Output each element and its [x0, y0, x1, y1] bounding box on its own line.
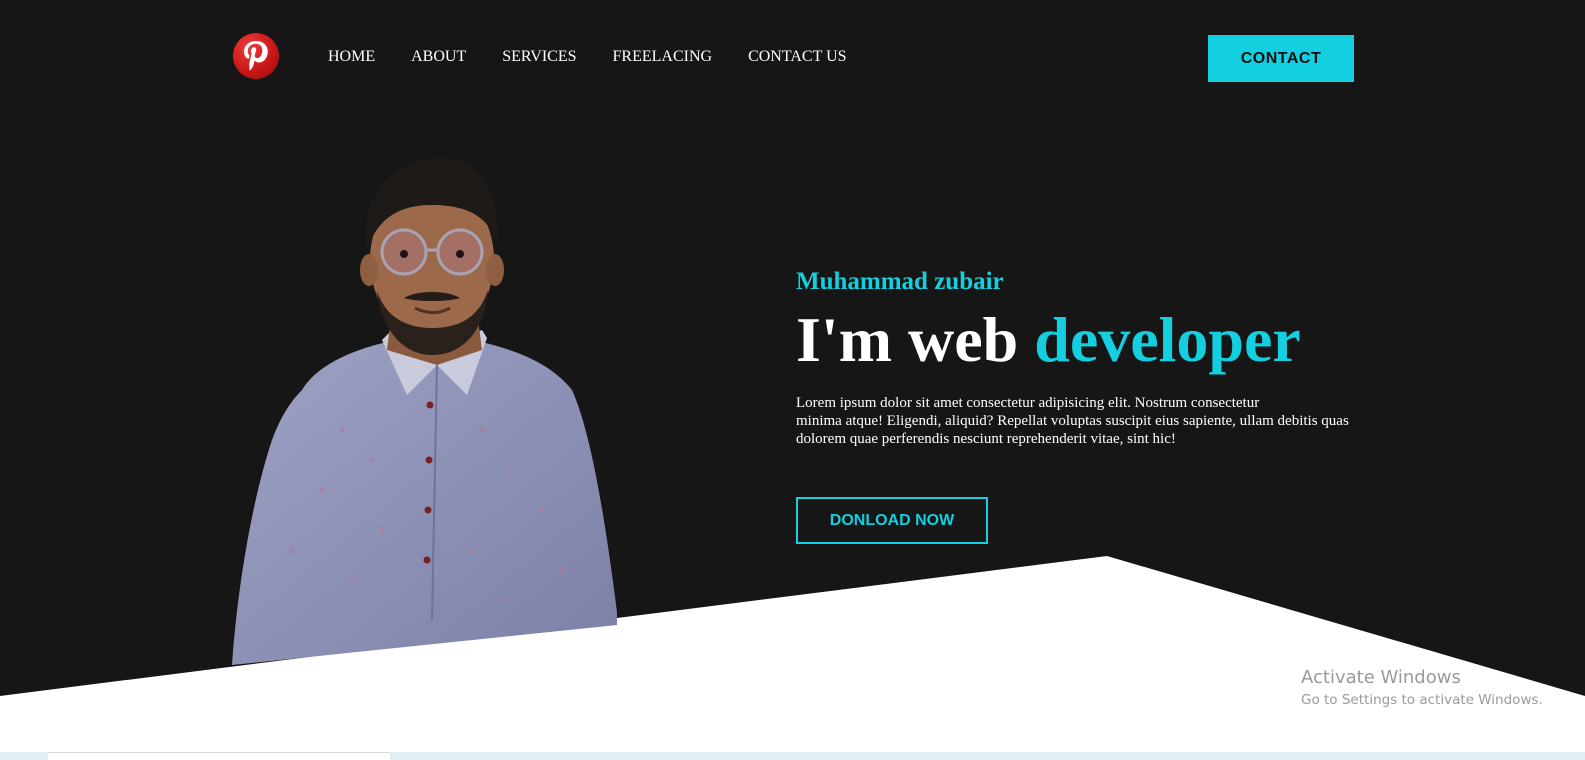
activate-windows-watermark: Activate Windows Go to Settings to activ…: [1301, 667, 1543, 711]
hero-description-line: dolorem quae perferendis nesciunt repreh…: [796, 431, 1176, 447]
bottom-strip-panel: [48, 752, 390, 760]
portrait-image: [232, 157, 617, 665]
hero-name: Muhammad zubair: [796, 268, 1004, 295]
nav-link-freelacing[interactable]: FREELACING: [613, 48, 713, 66]
nav-link-home[interactable]: HOME: [328, 48, 375, 66]
watermark-title: Activate Windows: [1301, 667, 1461, 688]
nav-link-contact-us[interactable]: CONTACT US: [748, 48, 846, 66]
hero-title: I'm web developer: [796, 304, 1301, 376]
hero-title-accent: developer: [1034, 304, 1301, 375]
pinterest-p-glyph: [244, 41, 268, 71]
main-nav: HOME ABOUT SERVICES FREELACING CONTACT U…: [328, 48, 883, 66]
contact-button[interactable]: CONTACT: [1208, 35, 1354, 82]
download-button[interactable]: DONLOAD NOW: [796, 497, 988, 544]
nav-link-about[interactable]: ABOUT: [411, 48, 466, 66]
nav-link-services[interactable]: SERVICES: [502, 48, 576, 66]
watermark-subtitle: Go to Settings to activate Windows.: [1301, 692, 1543, 708]
hero-description-line: Lorem ipsum dolor sit amet consectetur a…: [796, 395, 1260, 411]
hero-description-line: minima atque! Eligendi, aliquid? Repella…: [796, 413, 1349, 429]
hero-description: Lorem ipsum dolor sit amet consectetur a…: [796, 394, 1362, 448]
hero-title-prefix: I'm web: [796, 304, 1019, 375]
pinterest-logo-icon[interactable]: [233, 33, 279, 79]
